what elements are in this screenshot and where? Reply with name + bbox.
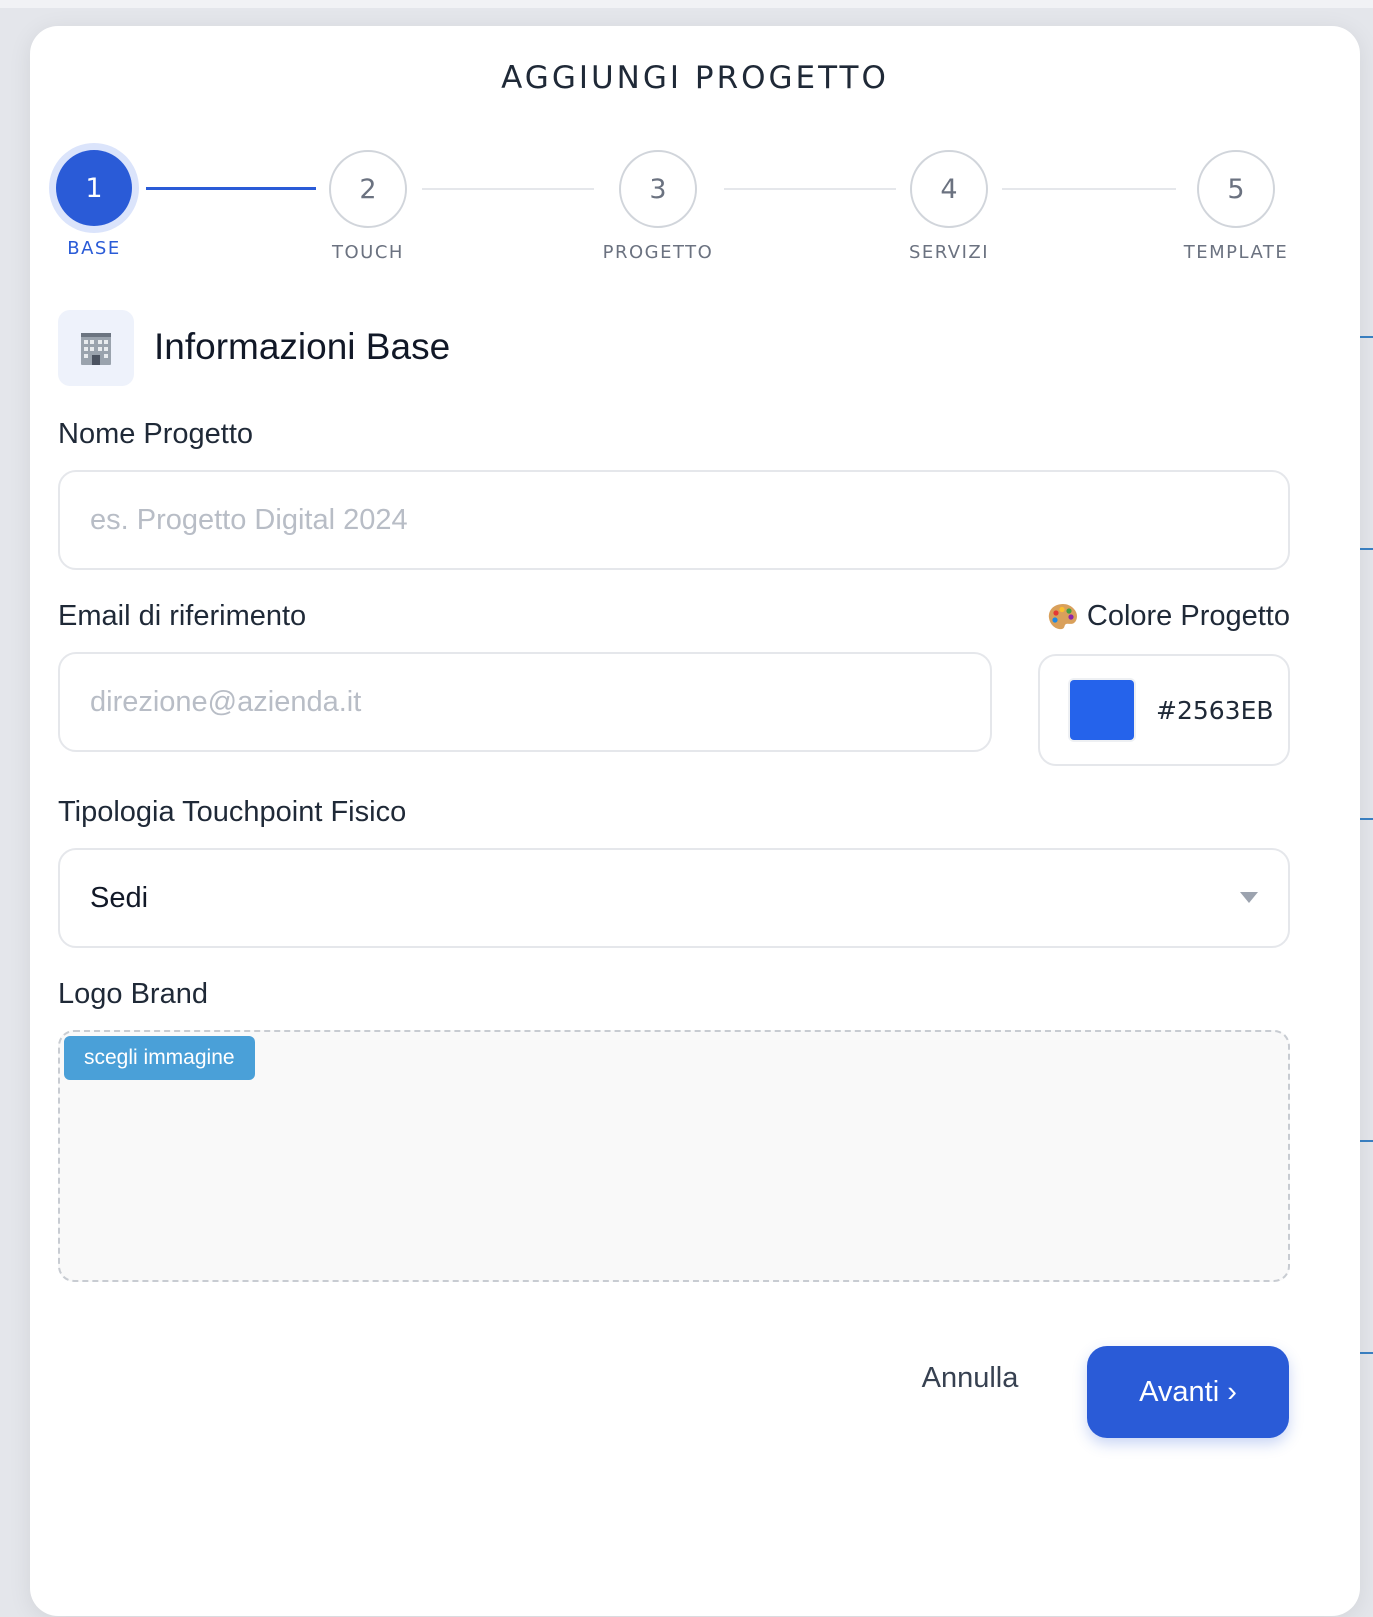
email-input[interactable]	[58, 652, 992, 752]
step-label: TEMPLATE	[1183, 242, 1289, 263]
next-button[interactable]: Avanti ›	[1087, 1346, 1289, 1438]
project-color-label: Colore Progetto	[1086, 600, 1290, 632]
background-accent-line	[1359, 336, 1373, 338]
step-label: SERVIZI	[908, 242, 990, 263]
project-name-input[interactable]	[58, 470, 1290, 570]
logo-dropzone[interactable]: scegli immagine	[58, 1030, 1290, 1282]
project-color-picker[interactable]: #2563EB	[1038, 654, 1290, 766]
step-label: PROGETTO	[602, 242, 714, 263]
email-label: Email di riferimento	[58, 600, 307, 632]
add-project-modal: AGGIUNGI PROGETTO 1 BASE 2 TOUCH 3 PROGE…	[30, 26, 1360, 1616]
touchpoint-type-label: Tipologia Touchpoint Fisico	[58, 796, 407, 828]
step-number: 3	[619, 150, 697, 228]
touchpoint-type-selected-value: Sedi	[90, 881, 149, 914]
section-icon-container	[58, 310, 134, 386]
step-touch[interactable]: 2 TOUCH	[278, 150, 458, 263]
step-number: 4	[910, 150, 988, 228]
logo-brand-label: Logo Brand	[58, 978, 208, 1010]
background-accent-line	[1359, 818, 1373, 820]
background-page-strip	[0, 0, 1373, 8]
step-base[interactable]: 1 BASE	[4, 150, 184, 259]
choose-image-button[interactable]: scegli immagine	[64, 1036, 255, 1080]
cancel-button[interactable]: Annulla	[910, 1348, 1030, 1408]
background-accent-line	[1359, 1352, 1373, 1354]
step-number: 5	[1197, 150, 1275, 228]
modal-title: AGGIUNGI PROGETTO	[501, 60, 889, 96]
step-template[interactable]: 5 TEMPLATE	[1146, 150, 1326, 263]
background-accent-line	[1359, 548, 1373, 550]
project-name-label: Nome Progetto	[58, 418, 254, 450]
step-label: BASE	[67, 238, 121, 259]
step-number: 2	[329, 150, 407, 228]
palette-icon	[1048, 603, 1077, 629]
step-servizi[interactable]: 4 SERVIZI	[859, 150, 1039, 263]
step-progetto[interactable]: 3 PROGETTO	[568, 150, 748, 263]
section-title: Informazioni Base	[154, 326, 451, 367]
step-number: 1	[56, 150, 132, 226]
step-label: TOUCH	[332, 242, 404, 263]
project-color-label-row: Colore Progetto	[1047, 600, 1290, 633]
background-accent-line	[1359, 1140, 1373, 1142]
chevron-down-icon	[1240, 892, 1258, 903]
office-building-icon	[81, 333, 111, 365]
color-swatch[interactable]	[1070, 680, 1134, 740]
color-hex-value: #2563EB	[1156, 695, 1274, 725]
touchpoint-type-select[interactable]: Sedi	[58, 848, 1290, 948]
